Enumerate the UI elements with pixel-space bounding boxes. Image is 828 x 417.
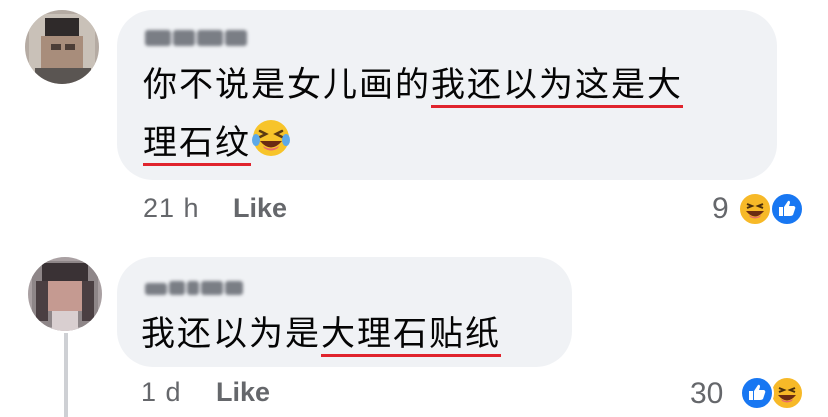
reaction-count[interactable]: 30: [690, 377, 723, 411]
avatar[interactable]: [28, 257, 102, 331]
comment-bubble: 我还以为是大理石贴纸: [117, 257, 572, 367]
like-reaction-icon: [770, 192, 804, 226]
comment-text: 我还以为是大理石贴纸: [141, 314, 501, 354]
like-button[interactable]: Like: [233, 193, 287, 224]
comments-section: 你不说是女儿画的我还以为这是大 理石纹 21 h Like 9 我还以为是大理石…: [0, 0, 828, 417]
author-name[interactable]: [145, 279, 245, 298]
like-reaction-icon: [740, 376, 774, 410]
haha-reaction-icon: [770, 376, 804, 410]
comment-text: 你不说是女儿画的我还以为这是大: [143, 65, 683, 105]
author-name[interactable]: [145, 30, 249, 49]
avatar[interactable]: [25, 10, 99, 84]
comment-timestamp[interactable]: 1 d: [141, 377, 182, 408]
comment-text-line2: 理石纹: [143, 112, 291, 174]
comment-timestamp[interactable]: 21 h: [143, 193, 200, 224]
comment-bubble: 你不说是女儿画的我还以为这是大 理石纹: [117, 10, 777, 180]
haha-reaction-icon: [738, 192, 772, 226]
reaction-count[interactable]: 9: [712, 192, 729, 226]
thread-line: [64, 333, 68, 417]
like-button[interactable]: Like: [216, 377, 270, 408]
laughing-with-tears-icon: [251, 116, 291, 156]
